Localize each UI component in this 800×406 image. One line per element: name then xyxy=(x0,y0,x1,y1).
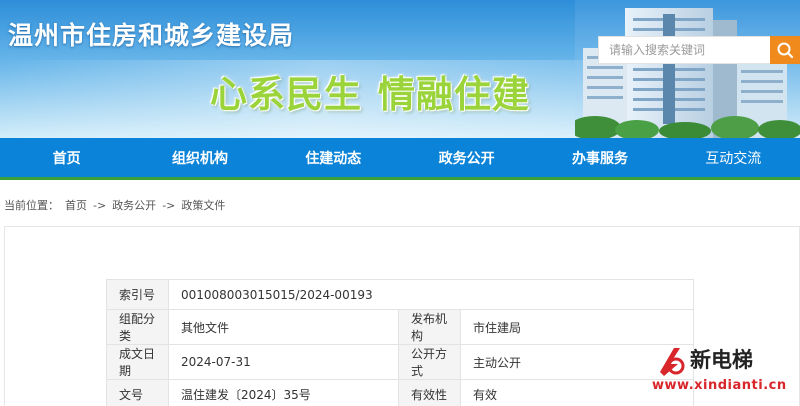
publisher-label: 发布机构 xyxy=(398,309,461,345)
building-illustration xyxy=(575,0,800,138)
doc-no-value: 温住建发〔2024〕35号 xyxy=(168,379,399,406)
date-value: 2024-07-31 xyxy=(168,344,399,380)
search-button[interactable] xyxy=(770,36,800,64)
slogan-left: 心系民生 xyxy=(210,73,362,116)
breadcrumb-policy-docs[interactable]: 政策文件 xyxy=(181,199,225,212)
index-label: 索引号 xyxy=(106,279,169,310)
watermark-url: www.xindianti.cn xyxy=(652,378,787,393)
watermark-title: 新电梯 xyxy=(690,348,753,372)
index-value: 001008003015015/2024-00193 xyxy=(168,279,694,310)
nav-home[interactable]: 首页 xyxy=(0,138,133,177)
date-label: 成文日期 xyxy=(106,344,169,380)
nav-news[interactable]: 住建动态 xyxy=(267,138,400,177)
table-row: 组配分类 其他文件 发布机构 市住建局 xyxy=(106,309,694,345)
nav-interaction[interactable]: 互动交流 xyxy=(667,138,800,177)
banner-slogan: 心系民生 情融住建 xyxy=(210,64,530,118)
watermark: 新电梯 www.xindianti.cn xyxy=(650,338,800,406)
slogan-right: 情融住建 xyxy=(378,73,530,116)
category-value: 其他文件 xyxy=(168,309,399,345)
table-row: 索引号 001008003015015/2024-00193 xyxy=(106,279,694,310)
main-nav: 首页 组织机构 住建动态 政务公开 办事服务 互动交流 xyxy=(0,138,800,180)
xindianti-logo-icon xyxy=(660,348,685,376)
site-banner: 温州市住房和城乡建设局 心系民生 情融住建 请输入搜索关键词 xyxy=(0,0,800,138)
disclosure-label: 公开方式 xyxy=(398,344,461,380)
breadcrumb: 当前位置： 首页 -> 政务公开 -> 政策文件 xyxy=(4,197,231,213)
doc-no-label: 文号 xyxy=(106,379,169,406)
breadcrumb-gov-affairs[interactable]: 政务公开 xyxy=(112,199,156,212)
breadcrumb-home[interactable]: 首页 xyxy=(65,199,87,212)
breadcrumb-prefix: 当前位置： xyxy=(4,199,59,212)
search-input[interactable]: 请输入搜索关键词 xyxy=(598,36,770,64)
category-label: 组配分类 xyxy=(106,309,169,345)
table-row: 文号 温住建发〔2024〕35号 有效性 有效 xyxy=(106,379,694,406)
search-icon xyxy=(777,42,794,59)
validity-label: 有效性 xyxy=(398,379,461,406)
breadcrumb-separator: -> xyxy=(93,199,107,212)
breadcrumb-separator: -> xyxy=(162,199,176,212)
document-info-table: 索引号 001008003015015/2024-00193 组配分类 其他文件… xyxy=(106,279,694,406)
nav-services[interactable]: 办事服务 xyxy=(533,138,666,177)
nav-gov-affairs[interactable]: 政务公开 xyxy=(400,138,533,177)
nav-organization[interactable]: 组织机构 xyxy=(133,138,266,177)
table-row: 成文日期 2024-07-31 公开方式 主动公开 xyxy=(106,344,694,380)
site-title[interactable]: 温州市住房和城乡建设局 xyxy=(8,16,294,52)
